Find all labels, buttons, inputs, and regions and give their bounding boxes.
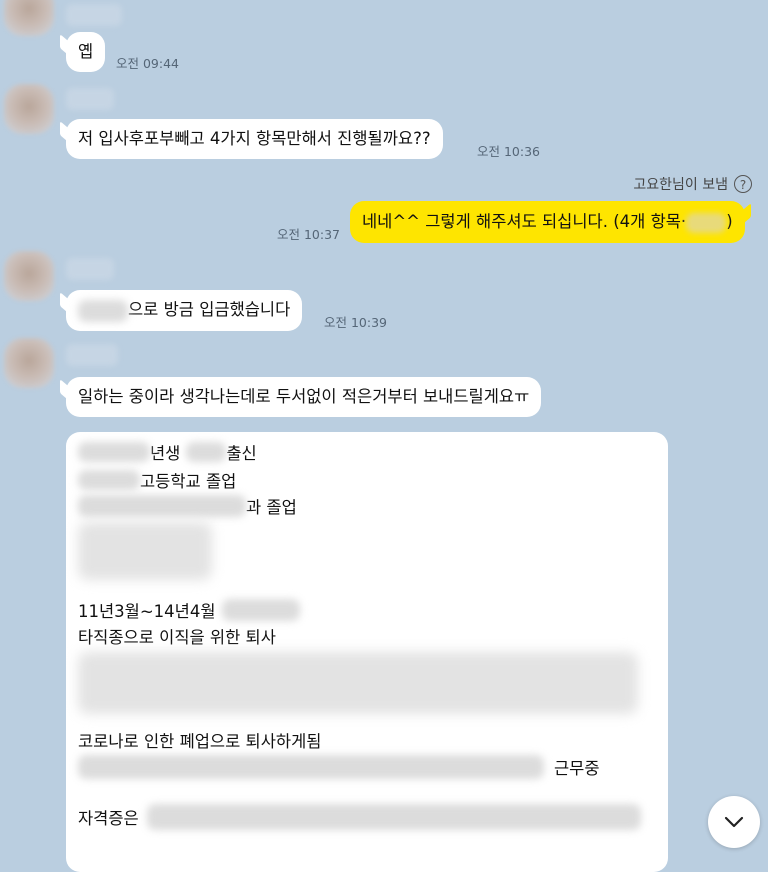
scroll-to-bottom-button[interactable]	[708, 796, 760, 848]
doc-line: 년생 출신	[78, 440, 257, 464]
sender-note: 고요한님이 보냄 ?	[633, 174, 752, 194]
doc-line: 과 졸업	[78, 494, 297, 518]
message-bubble[interactable]: 옙	[66, 32, 106, 72]
message-text: 으로 방금 입금했습니다	[128, 300, 291, 319]
redacted-text	[186, 442, 227, 462]
doc-line: 근무중	[78, 755, 600, 779]
sender-name	[66, 258, 114, 280]
message-bubble-long[interactable]: 년생 출신 고등학교 졸업 과 졸업 11년3월~14년4월 타직종으로 이직을…	[66, 432, 668, 872]
doc-line: 자격증은	[78, 804, 641, 830]
redacted-text	[78, 442, 150, 462]
redacted-text	[78, 299, 128, 322]
redacted-text	[78, 495, 246, 517]
redacted-block	[78, 522, 212, 580]
message-time: 오전 10:37	[277, 227, 340, 242]
message-text-suffix: )	[726, 212, 733, 231]
message-time: 오전 10:39	[324, 315, 387, 330]
message-text: 옙	[78, 42, 94, 61]
doc-line: 11년3월~14년4월	[78, 598, 300, 622]
sender-note-text: 고요한님이 보냄	[633, 177, 728, 193]
message-bubble-mine[interactable]: 네네^^ 그렇게 해주셔도 되십니다. (4개 항목·)	[350, 201, 745, 243]
sender-name	[66, 4, 122, 26]
doc-line: 타직종으로 이직을 위한 퇴사	[78, 628, 276, 647]
avatar[interactable]	[4, 84, 54, 134]
message-time: 오전 10:36	[477, 144, 540, 159]
message-text: 일하는 중이라 생각나는데로 두서없이 적은거부터 보내드릴게요ㅠ	[78, 387, 530, 406]
message-text: 네네^^ 그렇게 해주셔도 되십니다. (4개 항목·	[362, 212, 687, 231]
message-time: 오전 09:44	[116, 56, 179, 71]
message-bubble[interactable]: 일하는 중이라 생각나는데로 두서없이 적은거부터 보내드릴게요ㅠ	[66, 377, 542, 417]
chevron-down-icon	[724, 816, 744, 828]
redacted-text	[78, 755, 544, 779]
redacted-text	[146, 804, 641, 830]
doc-line: 코로나로 인한 폐업으로 퇴사하게됨	[78, 732, 322, 751]
message-text: 저 입사후포부빼고 4가지 항목만해서 진행될까요??	[78, 129, 431, 148]
redacted-text	[221, 599, 300, 621]
doc-line: 고등학교 졸업	[78, 468, 236, 492]
avatar[interactable]	[4, 338, 54, 388]
sender-name	[66, 344, 118, 366]
question-circle-icon[interactable]: ?	[734, 175, 752, 193]
sender-name	[66, 88, 114, 110]
redacted-text	[686, 212, 727, 233]
redacted-block	[78, 652, 638, 714]
avatar[interactable]	[4, 0, 54, 36]
avatar[interactable]	[4, 251, 54, 301]
message-bubble[interactable]: 저 입사후포부빼고 4가지 항목만해서 진행될까요??	[66, 119, 443, 159]
redacted-text	[78, 470, 140, 490]
message-bubble[interactable]: 으로 방금 입금했습니다	[66, 290, 303, 331]
